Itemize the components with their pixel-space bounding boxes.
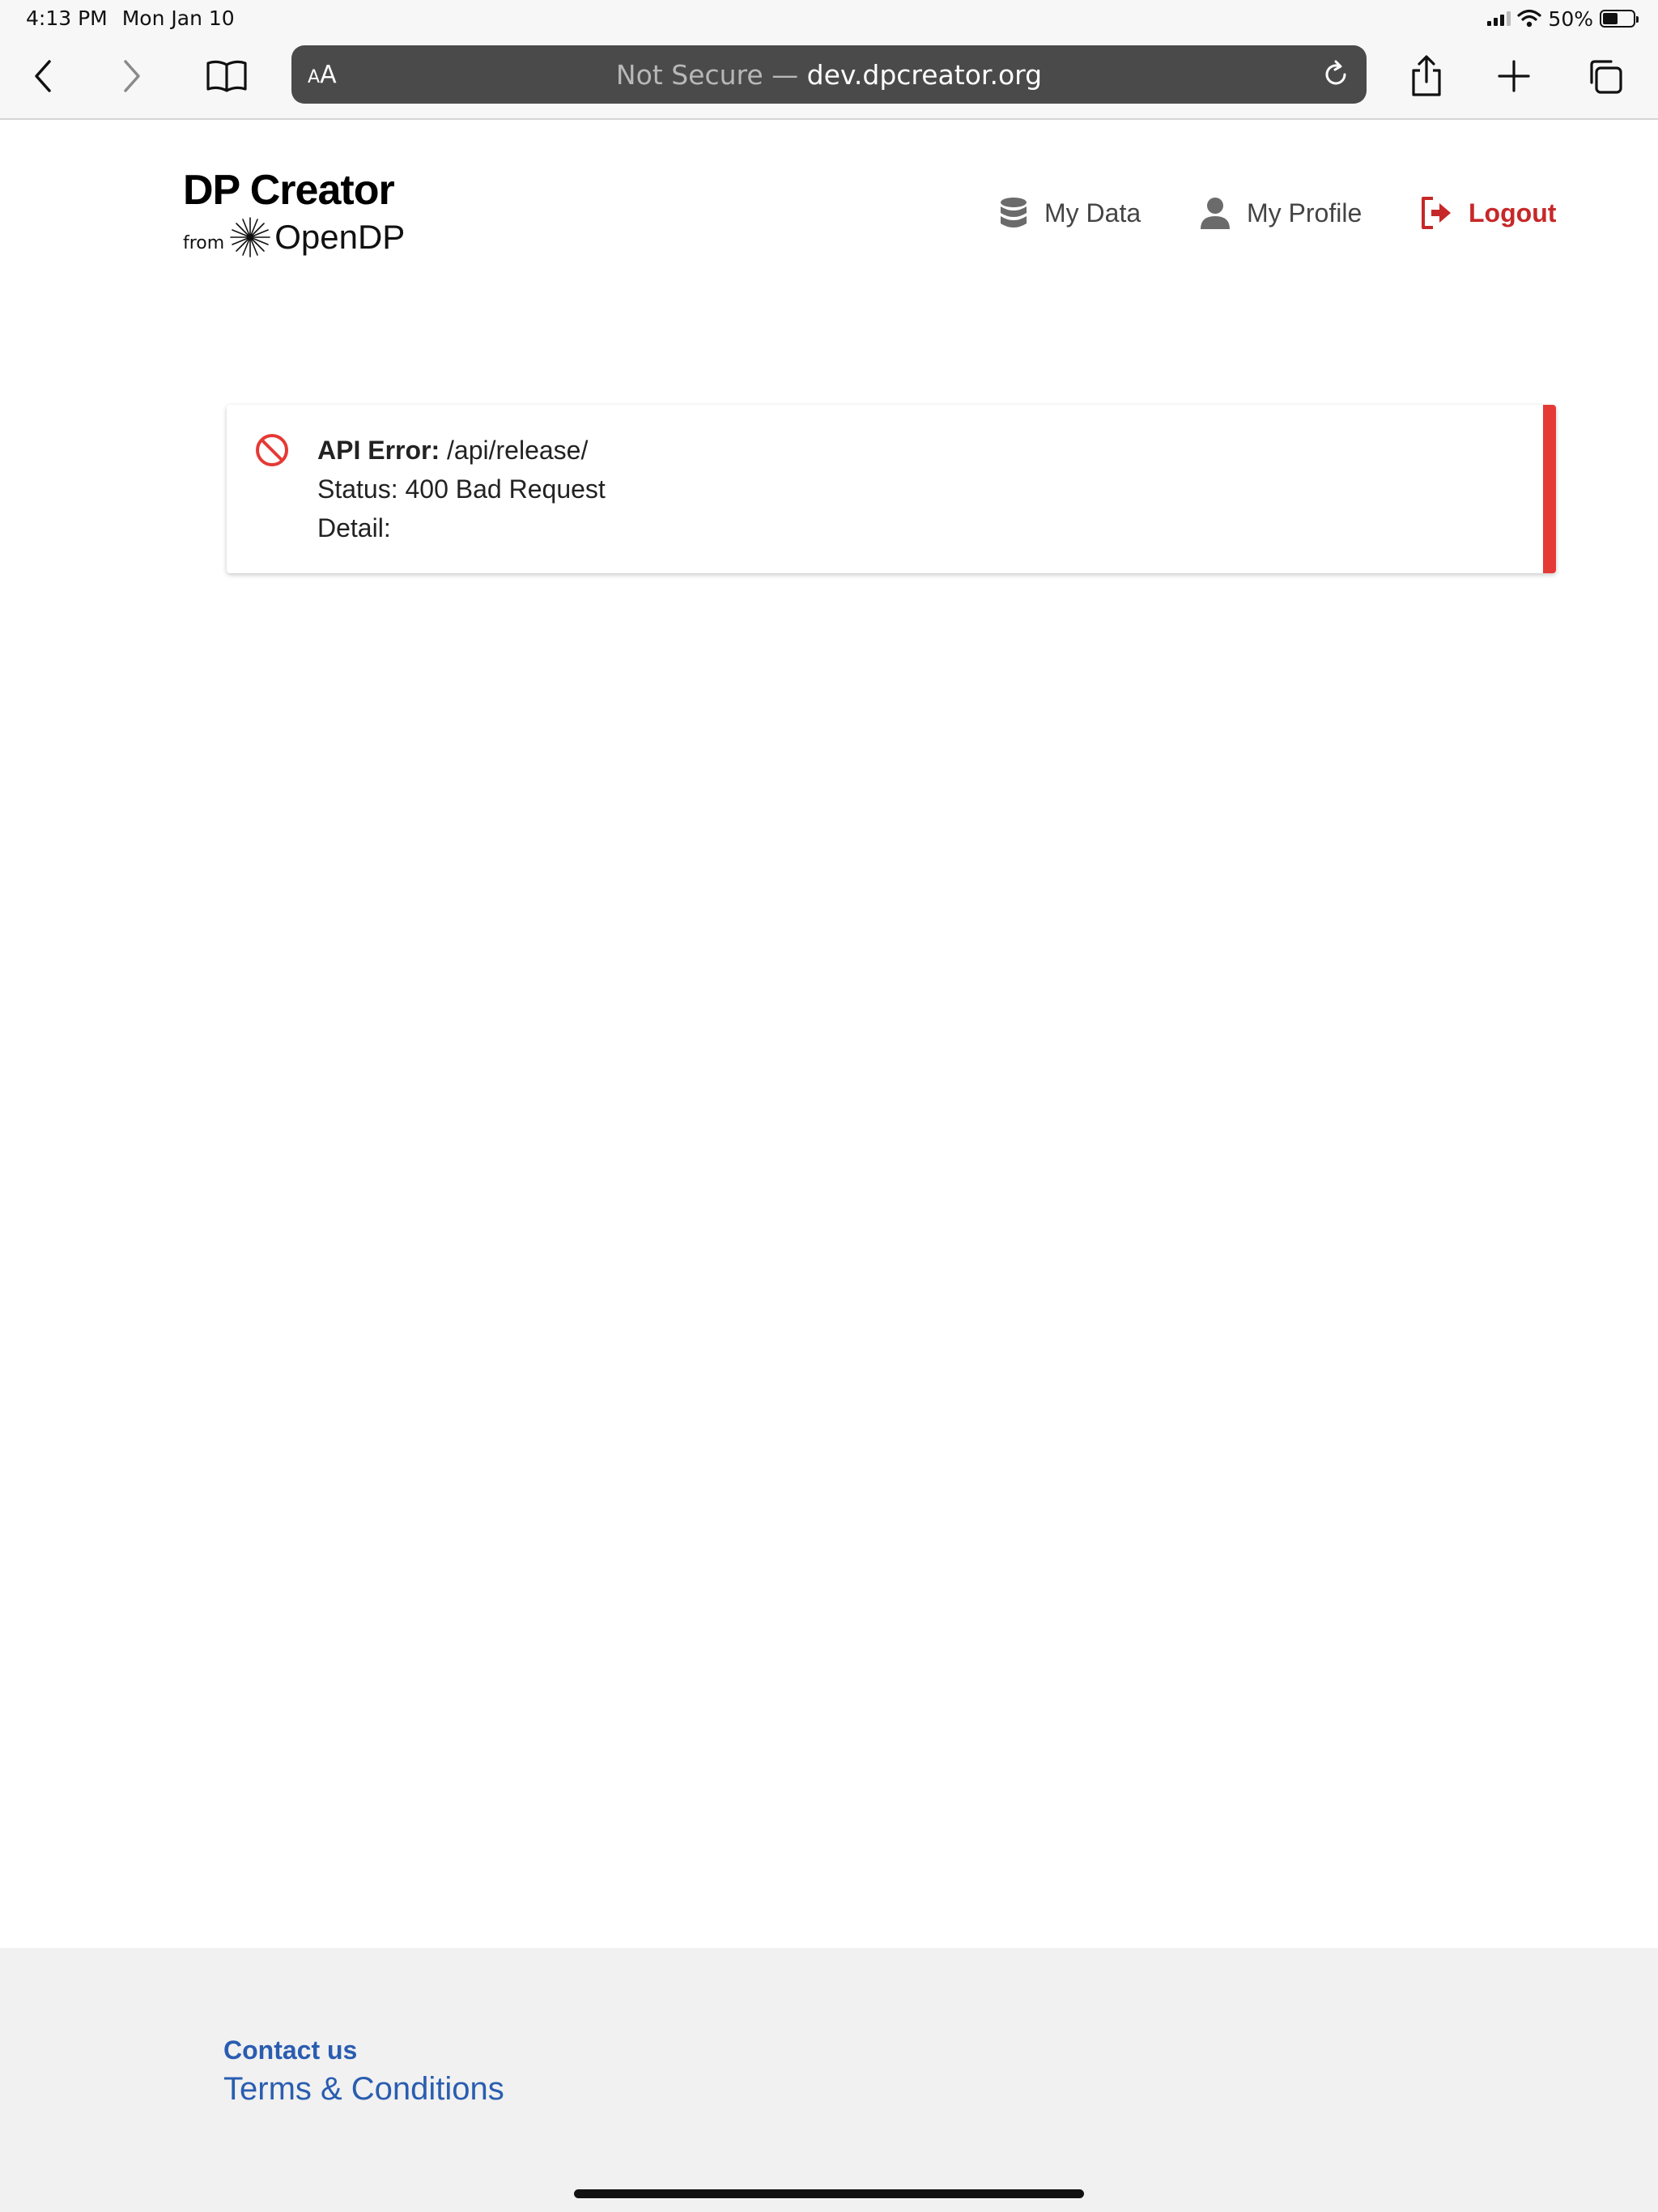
logo-from-text: from — [183, 232, 225, 253]
nav-my-data[interactable]: My Data — [999, 193, 1141, 233]
status-bar: 4:13 PM Mon Jan 10 50% — [0, 0, 1658, 37]
home-indicator[interactable] — [574, 2189, 1084, 2198]
back-icon — [35, 60, 51, 92]
alert-endpoint: /api/release/ — [447, 436, 589, 465]
nav-my-data-label: My Data — [1044, 198, 1141, 228]
url-domain: dev.dpcreator.org — [806, 59, 1043, 91]
battery-icon — [1600, 10, 1639, 28]
alert-title: API Error: — [317, 436, 440, 465]
back-button[interactable] — [19, 52, 68, 100]
status-indicators: 50% — [1487, 6, 1639, 31]
status-date: Mon Jan 10 — [121, 6, 235, 30]
url-security-label: Not Secure — — [615, 59, 807, 91]
forward-button[interactable] — [107, 52, 155, 100]
alert-detail: Detail: — [317, 513, 391, 542]
alert-title-line: API Error: /api/release/ — [317, 431, 606, 470]
status-datetime: 4:13 PM Mon Jan 10 — [26, 6, 235, 30]
new-tab-button[interactable] — [1490, 52, 1538, 100]
new-tab-icon — [1498, 60, 1530, 92]
nav-my-profile-label: My Profile — [1247, 198, 1363, 228]
bookmarks-button[interactable] — [202, 52, 251, 100]
ban-icon — [256, 434, 288, 466]
status-time: 4:13 PM — [26, 6, 108, 30]
reload-icon[interactable] — [1318, 57, 1354, 92]
page-footer: Contact us Terms & Conditions — [0, 1948, 1658, 2212]
wifi-icon — [1517, 9, 1542, 28]
bookmarks-icon — [206, 60, 247, 92]
url-text[interactable]: Not Secure — dev.dpcreator.org — [291, 59, 1367, 91]
forward-icon — [124, 60, 140, 92]
nav-logout-label: Logout — [1469, 198, 1557, 228]
user-icon — [1200, 197, 1231, 229]
battery-percent: 50% — [1548, 6, 1593, 31]
signal-icon — [1487, 11, 1511, 26]
tabs-icon — [1590, 60, 1622, 94]
tabs-button[interactable] — [1580, 52, 1629, 100]
share-icon — [1412, 55, 1441, 96]
nav-my-profile[interactable]: My Profile — [1200, 193, 1362, 233]
logout-icon — [1420, 195, 1452, 231]
alert-status: Status: 400 Bad Request — [317, 474, 606, 504]
alert-message: API Error: /api/release/ Status: 400 Bad… — [317, 431, 606, 547]
error-alert: API Error: /api/release/ Status: 400 Bad… — [227, 405, 1556, 573]
browser-toolbar: AA Not Secure — dev.dpcreator.org — [0, 37, 1658, 120]
nav-logout[interactable]: Logout — [1420, 193, 1556, 233]
address-bar[interactable]: AA Not Secure — dev.dpcreator.org — [291, 45, 1367, 104]
alert-accent-stripe — [1543, 405, 1556, 573]
database-icon — [999, 197, 1028, 229]
main-nav: My Data My Profile Logout — [0, 193, 1658, 233]
terms-conditions-link[interactable]: Terms & Conditions — [223, 2071, 504, 2108]
contact-us-link[interactable]: Contact us — [223, 2035, 357, 2065]
share-button[interactable] — [1402, 52, 1451, 100]
